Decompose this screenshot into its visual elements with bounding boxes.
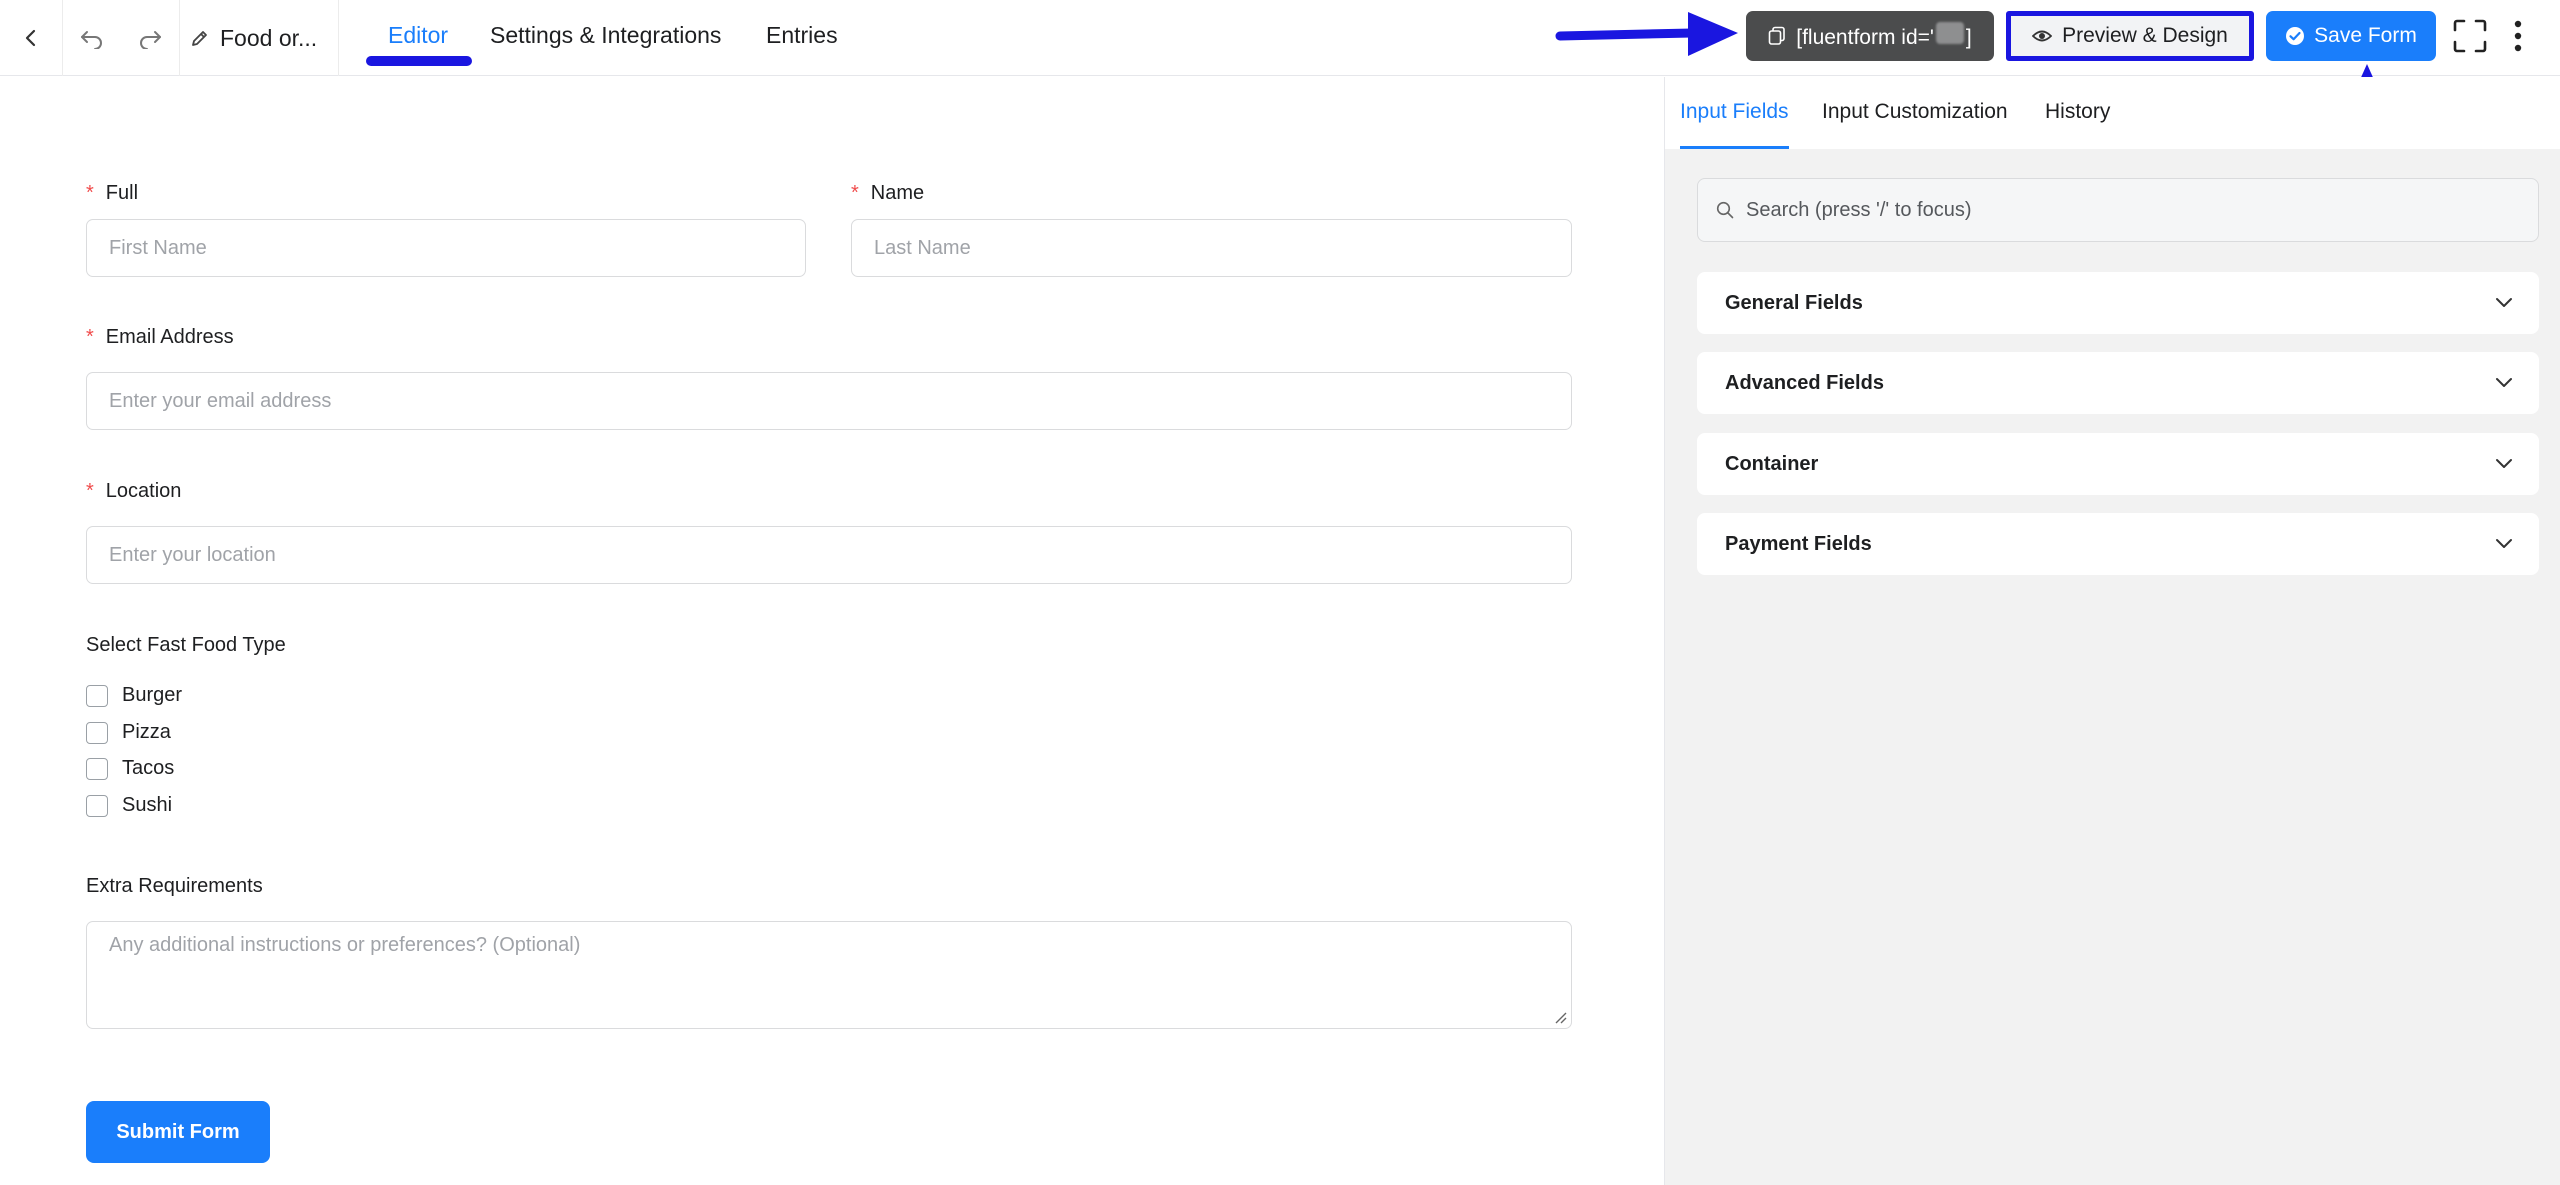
checkbox-label: Burger — [122, 684, 183, 706]
panel-label: Advanced Fields — [1725, 371, 1884, 394]
panel-container[interactable]: Container — [1697, 433, 2539, 495]
annotation-underline — [366, 56, 472, 66]
last-name-input[interactable]: Last Name — [851, 219, 1572, 277]
panel-advanced-fields[interactable]: Advanced Fields — [1697, 352, 2539, 414]
tab-input-fields[interactable]: Input Fields — [1680, 77, 1789, 149]
redacted-id — [1935, 22, 1964, 44]
checkbox-label: Tacos — [122, 757, 175, 779]
last-name-label-text: Name — [870, 182, 925, 204]
search-icon — [1716, 201, 1734, 219]
preview-design-label: Preview & Design — [2062, 24, 2228, 47]
sidebar-tabs: Input Fields Input Customization History — [1665, 77, 2560, 149]
first-name-label: * Full — [86, 182, 138, 205]
copy-icon — [1768, 26, 1786, 45]
tab-editor-label: Editor — [388, 21, 449, 48]
extra-requirements-label: Extra Requirements — [86, 875, 263, 897]
panel-label: Payment Fields — [1725, 532, 1872, 555]
chevron-down-icon — [2496, 539, 2512, 548]
search-input[interactable]: Search (press '/' to focus) — [1697, 178, 2539, 242]
submit-form-button[interactable]: Submit Form — [86, 1101, 270, 1163]
tab-input-fields-label: Input Fields — [1680, 99, 1789, 123]
tab-settings-integrations[interactable]: Settings & Integrations — [490, 0, 721, 70]
tab-history-label: History — [2045, 100, 2111, 123]
search-placeholder: Search (press '/' to focus) — [1746, 198, 1972, 221]
tab-input-customization[interactable]: Input Customization — [1822, 77, 2008, 147]
checkbox-box[interactable] — [86, 721, 108, 744]
email-placeholder: Enter your email address — [109, 389, 332, 412]
location-placeholder: Enter your location — [109, 543, 276, 566]
redo-button[interactable] — [121, 0, 179, 76]
divider — [338, 0, 339, 76]
right-sidebar: Input Fields Input Customization History… — [1664, 77, 2560, 1185]
back-button[interactable] — [0, 0, 62, 76]
shortcode-suffix: ] — [1965, 26, 1972, 49]
checkbox-label: Sushi — [122, 794, 173, 816]
shortcode-button[interactable]: [fluentform id='] — [1746, 11, 1994, 61]
edit-icon — [192, 31, 207, 46]
email-label: * Email Address — [86, 326, 234, 349]
undo-button[interactable] — [63, 0, 121, 76]
checkbox-label: Pizza — [122, 721, 171, 743]
panel-label: General Fields — [1725, 291, 1863, 314]
check-circle-icon — [2286, 27, 2305, 45]
save-form-label: Save Form — [2314, 24, 2417, 47]
extra-requirements-textarea[interactable]: Any additional instructions or preferenc… — [86, 921, 1572, 1029]
shortcode-text: [fluentform id='] — [1796, 22, 1972, 50]
redo-icon — [140, 31, 161, 49]
tab-entries-label: Entries — [766, 21, 838, 48]
first-name-label-text: Full — [105, 182, 139, 204]
tab-entries[interactable]: Entries — [766, 0, 838, 70]
panel-label: Container — [1725, 452, 1819, 475]
undo-icon — [81, 31, 102, 49]
checkbox-burger[interactable]: Burger — [86, 684, 182, 707]
more-vertical-icon[interactable] — [2506, 18, 2530, 54]
required-marker: * — [86, 326, 94, 348]
panel-payment-fields[interactable]: Payment Fields — [1697, 513, 2539, 575]
chevron-down-icon — [2496, 459, 2512, 468]
divider — [179, 0, 180, 76]
required-marker: * — [851, 182, 859, 204]
tab-input-customization-label: Input Customization — [1822, 100, 2008, 123]
chevron-down-icon — [2496, 378, 2512, 387]
location-label-text: Location — [105, 480, 182, 502]
first-name-placeholder: First Name — [109, 236, 207, 259]
save-form-button[interactable]: Save Form — [2266, 11, 2436, 61]
checkbox-sushi[interactable]: Sushi — [86, 794, 172, 817]
top-bar: Food or... Editor Settings & Integration… — [0, 0, 2560, 76]
extra-requirements-placeholder: Any additional instructions or preferenc… — [109, 934, 581, 956]
email-input[interactable]: Enter your email address — [86, 372, 1572, 430]
tab-history[interactable]: History — [2045, 77, 2110, 147]
location-label: * Location — [86, 480, 181, 503]
shortcode-prefix: [fluentform id=' — [1796, 26, 1934, 49]
form-name-label: Food or... — [220, 24, 318, 51]
tab-settings-label: Settings & Integrations — [490, 21, 722, 48]
last-name-label: * Name — [851, 182, 924, 205]
form-name[interactable]: Food or... — [190, 0, 317, 76]
checkbox-box[interactable] — [86, 794, 108, 817]
back-icon — [25, 29, 36, 47]
required-marker: * — [86, 182, 94, 204]
checkbox-pizza[interactable]: Pizza — [86, 721, 171, 744]
email-label-text: Email Address — [105, 326, 234, 348]
chevron-down-icon — [2496, 298, 2512, 307]
checkbox-box[interactable] — [86, 684, 108, 707]
fullscreen-icon[interactable] — [2452, 18, 2488, 54]
last-name-placeholder: Last Name — [874, 236, 971, 259]
eye-icon — [2032, 30, 2053, 42]
location-input[interactable]: Enter your location — [86, 526, 1572, 584]
resize-handle-icon[interactable] — [1553, 1010, 1567, 1024]
preview-design-button[interactable]: Preview & Design — [2006, 11, 2254, 61]
food-type-label: Select Fast Food Type — [86, 634, 286, 656]
checkbox-tacos[interactable]: Tacos — [86, 757, 174, 780]
required-marker: * — [86, 480, 94, 502]
panel-general-fields[interactable]: General Fields — [1697, 272, 2539, 334]
first-name-input[interactable]: First Name — [86, 219, 806, 277]
checkbox-box[interactable] — [86, 757, 108, 780]
